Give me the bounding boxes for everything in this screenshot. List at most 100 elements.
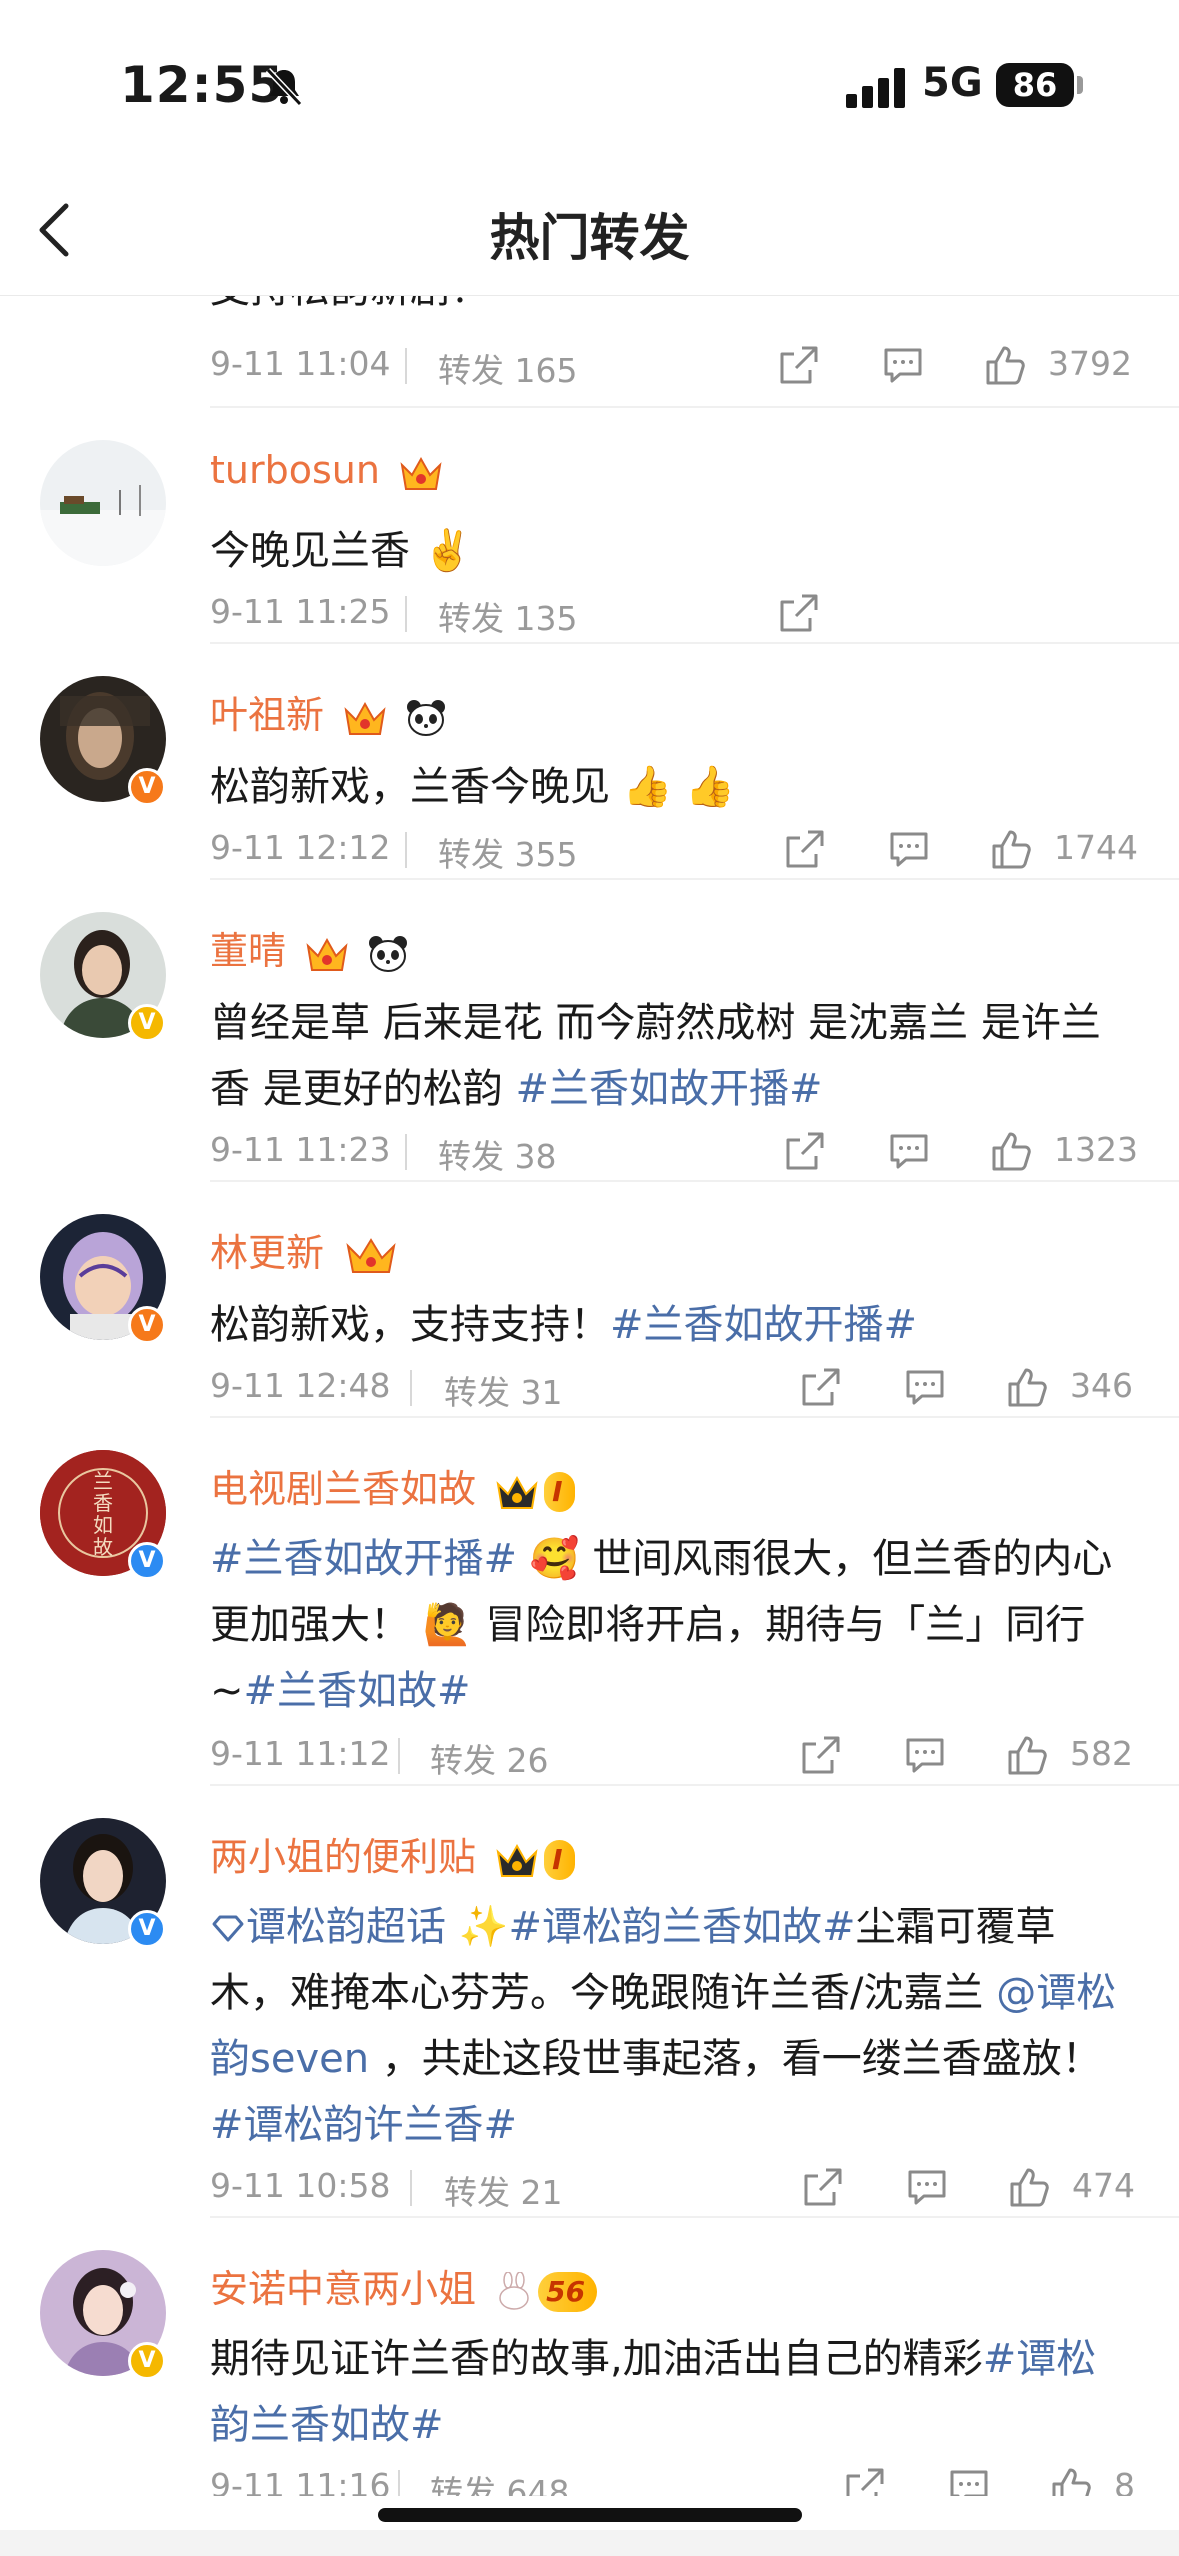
post-content: 期待见证许兰香的故事,加油活出自己的精彩#谭松韵兰香如故# (210, 2326, 1130, 2458)
post-content: 今晚见兰香 ✌️ (210, 528, 473, 574)
topic-link[interactable]: #兰香如故开播# (515, 1066, 822, 1112)
comment-icon[interactable] (902, 1364, 948, 1410)
post-meta: 9-11 11:16 转发 648 8 (210, 2458, 1179, 2496)
like-count: 8 (1114, 2466, 1135, 2496)
like-icon[interactable] (982, 342, 1028, 388)
like-icon[interactable] (1006, 2164, 1052, 2210)
username-text[interactable]: 安诺中意两小姐 (210, 2267, 476, 2311)
crown-badge-icon (346, 1237, 396, 1273)
username-text[interactable]: 电视剧兰香如故 (210, 1467, 476, 1511)
super-topic-icon (212, 1915, 244, 1942)
comment-icon[interactable] (886, 1128, 932, 1174)
post-content: 松韵新戏，兰香今晚见 👍 👍 (210, 764, 736, 810)
topic-link[interactable]: #谭松韵许兰香# (210, 2102, 517, 2148)
verified-badge-icon: V (128, 1004, 166, 1042)
comment-icon[interactable] (904, 2164, 950, 2210)
post-meta: 9-11 11:04 转发 165 3792 (210, 336, 1179, 396)
username[interactable]: 电视剧兰香如故 I (210, 1458, 575, 1513)
share-icon[interactable] (842, 2464, 888, 2496)
username[interactable]: 林更新 (210, 1222, 400, 1277)
list-item[interactable]: V 两小姐的便利贴 I 谭松韵超话 ✨#谭松韵兰香如故#尘霜可覆草木，难掩本心芬… (0, 1786, 1179, 2218)
share-icon[interactable] (800, 2164, 846, 2210)
post-time: 9-11 11:04 (210, 344, 391, 383)
repost-count: 转发 26 (430, 1741, 549, 1780)
post-time: 9-11 11:25 (210, 592, 391, 631)
username-text[interactable]: 林更新 (210, 1231, 324, 1275)
network-type: 5G (922, 60, 983, 106)
like-icon[interactable] (988, 826, 1034, 872)
username-text[interactable]: 叶祖新 (210, 693, 324, 737)
username[interactable]: 叶祖新 (210, 684, 448, 739)
post-content: 松韵新戏，支持支持！#兰香如故开播# (210, 1292, 1130, 1358)
username[interactable]: 安诺中意两小姐 56 (210, 2258, 598, 2313)
repost-count: 转发 165 (438, 351, 578, 390)
list-item[interactable]: turbosun 今晚见兰香 ✌️ 9-11 11:25 转发 135 (0, 408, 1179, 644)
nav-bar: 热门转发 (0, 160, 1179, 296)
comment-icon[interactable] (886, 826, 932, 872)
like-count: 1744 (1054, 828, 1138, 867)
like-icon[interactable] (988, 1128, 1034, 1174)
share-icon[interactable] (782, 1128, 828, 1174)
status-bar: 12:55 5G 86 (0, 0, 1179, 160)
verified-badge-icon: V (128, 1910, 166, 1948)
repost-count: 转发 31 (444, 1373, 563, 1412)
post-time: 9-11 11:16 (210, 2466, 391, 2496)
comment-icon[interactable] (946, 2464, 992, 2496)
share-icon[interactable] (776, 590, 822, 636)
share-icon[interactable] (798, 1732, 844, 1778)
list-item[interactable]: V 林更新 松韵新戏，支持支持！#兰香如故开播# 9-11 12:48 转发 3… (0, 1182, 1179, 1418)
bunny-badge-icon (499, 2271, 529, 2310)
share-icon[interactable] (782, 826, 828, 872)
like-icon[interactable] (1004, 1364, 1050, 1410)
list-item[interactable]: 兰香如故 V 电视剧兰香如故 I #兰香如故开播# 🥰 世间风雨很大，但兰香的内… (0, 1418, 1179, 1786)
username[interactable]: turbosun (210, 448, 444, 493)
sparkle-icon: ✨ (446, 1904, 509, 1950)
list-item[interactable]: 支持松韵新剧！ 9-11 11:04 转发 165 3792 (0, 296, 1179, 408)
verified-badge-icon: V (128, 1306, 166, 1344)
repost-count: 转发 38 (438, 1137, 557, 1176)
bell-muted-icon (265, 67, 303, 107)
crown-badge-icon (496, 1843, 538, 1877)
username-text[interactable]: turbosun (210, 448, 380, 492)
home-indicator[interactable] (378, 2508, 802, 2522)
like-icon[interactable] (1048, 2464, 1094, 2496)
share-icon[interactable] (776, 342, 822, 388)
super-topic-link[interactable]: 谭松韵超话 (210, 1904, 446, 1950)
level-badge: I (544, 1839, 575, 1880)
battery-cap (1077, 76, 1083, 94)
post-time: 9-11 12:12 (210, 828, 391, 867)
level-badge: I (544, 1471, 575, 1512)
post-text: ，共赴这段世事起落，看一缕兰香盛放！ (369, 2036, 1102, 2082)
share-icon[interactable] (798, 1364, 844, 1410)
status-time: 12:55 (120, 56, 285, 114)
post-content: 支持松韵新剧！ (210, 296, 1130, 322)
like-icon[interactable] (1004, 1732, 1050, 1778)
like-count: 3792 (1048, 344, 1132, 383)
comment-icon[interactable] (880, 342, 926, 388)
username[interactable]: 两小姐的便利贴 I (210, 1826, 575, 1881)
list-item[interactable]: V 董晴 曾经是草 后来是花 而今蔚然成树 是沈嘉兰 是许兰香 是更好的松韵 #… (0, 880, 1179, 1182)
avatar[interactable] (40, 440, 166, 566)
list-item[interactable]: V 安诺中意两小姐 56 期待见证许兰香的故事,加油活出自己的精彩#谭松韵兰香如… (0, 2218, 1179, 2496)
username-text[interactable]: 两小姐的便利贴 (210, 1835, 476, 1879)
topic-link[interactable]: #兰香如故# (244, 1668, 471, 1714)
list-item[interactable]: V 叶祖新 松韵新戏，兰香今晚见 👍 👍 9-11 12:12 转发 355 1… (0, 644, 1179, 880)
username[interactable]: 董晴 (210, 920, 410, 975)
repost-count: 转发 21 (444, 2173, 563, 2212)
post-meta: 9-11 10:58 转发 21 474 (210, 2158, 1179, 2218)
topic-link[interactable]: #兰香如故开播# (210, 1536, 517, 1582)
post-time: 9-11 11:12 (210, 1734, 391, 1773)
like-count: 474 (1072, 2166, 1135, 2205)
crown-badge-icon (344, 701, 386, 735)
username-text[interactable]: 董晴 (210, 929, 286, 973)
super-topic-text[interactable]: 谭松韵超话 (246, 1904, 446, 1950)
comment-icon[interactable] (902, 1732, 948, 1778)
topic-link[interactable]: #谭松韵兰香如故# (509, 1904, 856, 1950)
post-meta: 9-11 11:23 转发 38 1323 (210, 1122, 1179, 1182)
repost-feed[interactable]: 支持松韵新剧！ 9-11 11:04 转发 165 3792 turbosun (0, 296, 1179, 2496)
topic-link[interactable]: #兰香如故开播# (610, 1302, 917, 1348)
post-content: #兰香如故开播# 🥰 世间风雨很大，但兰香的内心更加强大！ 🙋 冒险即将开启，期… (210, 1526, 1130, 1724)
like-count: 582 (1070, 1734, 1133, 1773)
crown-badge-icon (400, 456, 442, 490)
crown-badge-icon (306, 937, 348, 971)
